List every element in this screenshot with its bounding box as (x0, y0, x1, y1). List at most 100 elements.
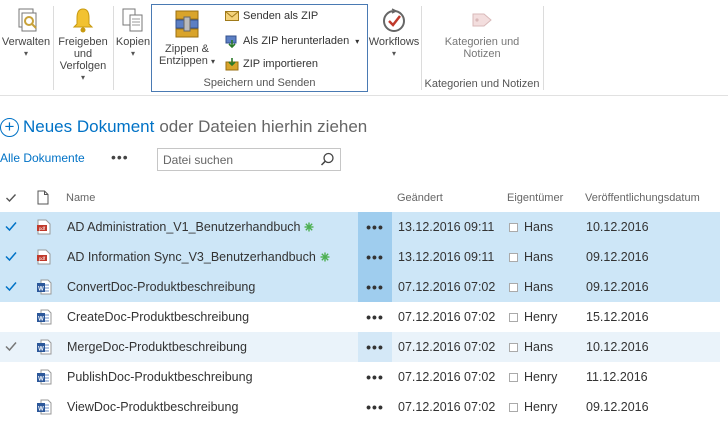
verwalten-button[interactable]: Verwalten ▾ (0, 6, 52, 70)
word-file-icon: W (37, 309, 52, 325)
file-name-link[interactable]: ConvertDoc-Produktbeschreibung (67, 280, 255, 294)
row-checkbox[interactable] (4, 399, 18, 413)
workflows-button[interactable]: Workflows ▾ (368, 6, 420, 70)
owner-name[interactable]: Hans (524, 280, 553, 294)
published-date: 11.12.2016 (586, 370, 648, 384)
chevron-down-icon: ▾ (355, 36, 360, 46)
file-name-link[interactable]: AD Information Sync_V3_Benutzerhandbuch (67, 250, 330, 264)
freigeben-label: Freigeben und Verfolgen (58, 36, 108, 72)
select-all-check-icon[interactable] (5, 192, 17, 204)
svg-text:pdf: pdf (39, 256, 46, 261)
group-label-kategorien: Kategorien und Notizen (424, 78, 540, 90)
file-name-link[interactable]: MergeDoc-Produktbeschreibung (67, 340, 247, 354)
row-checkbox[interactable] (4, 369, 18, 383)
modified-date: 13.12.2016 09:11 (398, 220, 495, 234)
zippen-button[interactable]: Zippen & Entzippen ▾ (156, 7, 218, 71)
file-name-link[interactable]: CreateDoc-Produktbeschreibung (67, 310, 249, 324)
modified-date: 07.12.2016 07:02 (398, 280, 496, 294)
zip-archive-icon (175, 10, 199, 38)
file-name-link[interactable]: AD Administration_V1_Benutzerhandbuch (67, 220, 314, 234)
table-row[interactable]: W CreateDoc-Produktbeschreibung ••• 07.1… (0, 302, 720, 332)
svg-text:W: W (38, 287, 44, 293)
new-item-icon (304, 222, 314, 232)
svg-text:W: W (38, 317, 44, 323)
presence-icon (509, 223, 518, 232)
kategorien-notizen-button[interactable]: Kategorien und Notizen (430, 6, 534, 70)
presence-icon (509, 313, 518, 322)
table-row[interactable]: W MergeDoc-Produktbeschreibung ••• 07.12… (0, 332, 720, 362)
column-header-veroeffentlichung[interactable]: Veröffentlichungsdatum (585, 192, 700, 204)
search-box (157, 148, 341, 171)
published-date: 09.12.2016 (586, 250, 649, 264)
word-file-icon: W (37, 369, 52, 385)
column-header-name[interactable]: Name (66, 192, 95, 204)
envelope-icon (225, 11, 239, 21)
view-all-documents[interactable]: Alle Dokumente (0, 151, 85, 165)
kopien-label: Kopien (115, 36, 151, 48)
table-row[interactable]: W ConvertDoc-Produktbeschreibung ••• 07.… (0, 272, 720, 302)
column-header-geaendert[interactable]: Geändert (397, 192, 443, 204)
owner-name[interactable]: Henry (524, 400, 557, 414)
open-menu-ellipsis-icon[interactable]: ••• (358, 332, 392, 362)
presence-icon (509, 253, 518, 262)
owner-cell: Hans (509, 220, 553, 234)
word-file-icon: W (37, 339, 52, 355)
zip-importieren-button[interactable]: ZIP importieren (225, 57, 318, 71)
owner-cell: Henry (509, 370, 557, 384)
open-menu-ellipsis-icon[interactable]: ••• (358, 212, 392, 242)
open-menu-ellipsis-icon[interactable]: ••• (358, 362, 392, 392)
file-name-link[interactable]: PublishDoc-Produktbeschreibung (67, 370, 253, 384)
owner-cell: Hans (509, 280, 553, 294)
table-row[interactable]: pdf AD Information Sync_V3_Benutzerhandb… (0, 242, 720, 272)
tag-icon (472, 13, 492, 27)
open-menu-ellipsis-icon[interactable]: ••• (358, 242, 392, 272)
published-date: 09.12.2016 (586, 400, 649, 414)
kopien-button[interactable]: Kopien ▾ (114, 6, 152, 70)
row-checkbox[interactable] (4, 309, 18, 323)
als-zip-herunterladen-button[interactable]: Als ZIP herunterladen ▾ (225, 34, 359, 48)
svg-text:W: W (38, 377, 44, 383)
list-header: Name Geändert Eigentümer Veröffentlichun… (0, 184, 728, 212)
freigeben-button[interactable]: Freigeben und Verfolgen ▾ (54, 6, 112, 82)
owner-name[interactable]: Hans (524, 340, 553, 354)
owner-cell: Hans (509, 340, 553, 354)
table-row[interactable]: W ViewDoc-Produktbeschreibung ••• 07.12.… (0, 392, 720, 422)
table-row[interactable]: W PublishDoc-Produktbeschreibung ••• 07.… (0, 362, 720, 392)
row-check-icon[interactable] (4, 219, 18, 233)
column-header-eigentuemer[interactable]: Eigentümer (507, 192, 563, 204)
owner-cell: Henry (509, 400, 557, 414)
open-menu-ellipsis-icon[interactable]: ••• (358, 392, 392, 422)
drag-files-hint: oder Dateien hierhin ziehen (159, 117, 368, 136)
zippen-label: Zippen & Entzippen (158, 43, 210, 67)
open-menu-ellipsis-icon[interactable]: ••• (358, 302, 392, 332)
modified-date: 13.12.2016 09:11 (398, 250, 495, 264)
owner-cell: Hans (509, 250, 553, 264)
row-check-icon[interactable] (4, 279, 18, 293)
owner-name[interactable]: Henry (524, 310, 557, 324)
manage-icon (18, 8, 37, 32)
table-row[interactable]: pdf AD Administration_V1_Benutzerhandbuc… (0, 212, 720, 242)
plus-icon[interactable]: + (0, 117, 19, 137)
owner-name[interactable]: Hans (524, 220, 553, 234)
owner-name[interactable]: Henry (524, 370, 557, 384)
new-document-link[interactable]: Neues Dokument (23, 117, 154, 137)
senden-als-zip-button[interactable]: Senden als ZIP (225, 10, 318, 22)
open-menu-ellipsis-icon[interactable]: ••• (358, 272, 392, 302)
file-type-header-icon[interactable] (37, 190, 49, 205)
owner-cell: Henry (509, 310, 557, 324)
modified-date: 07.12.2016 07:02 (398, 400, 496, 414)
download-icon (225, 35, 237, 48)
search-input[interactable] (158, 149, 308, 170)
workflows-label: Workflows (368, 36, 420, 48)
search-icon[interactable] (320, 152, 335, 167)
presence-icon (509, 373, 518, 382)
row-check-icon[interactable] (4, 339, 18, 353)
verwalten-label: Verwalten (1, 36, 51, 48)
svg-text:W: W (38, 407, 44, 413)
owner-name[interactable]: Hans (524, 250, 553, 264)
row-check-icon[interactable] (4, 249, 18, 263)
presence-icon (509, 343, 518, 352)
import-icon (225, 58, 239, 71)
view-more-ellipsis-icon[interactable]: ••• (111, 149, 129, 165)
file-name-link[interactable]: ViewDoc-Produktbeschreibung (67, 400, 238, 414)
